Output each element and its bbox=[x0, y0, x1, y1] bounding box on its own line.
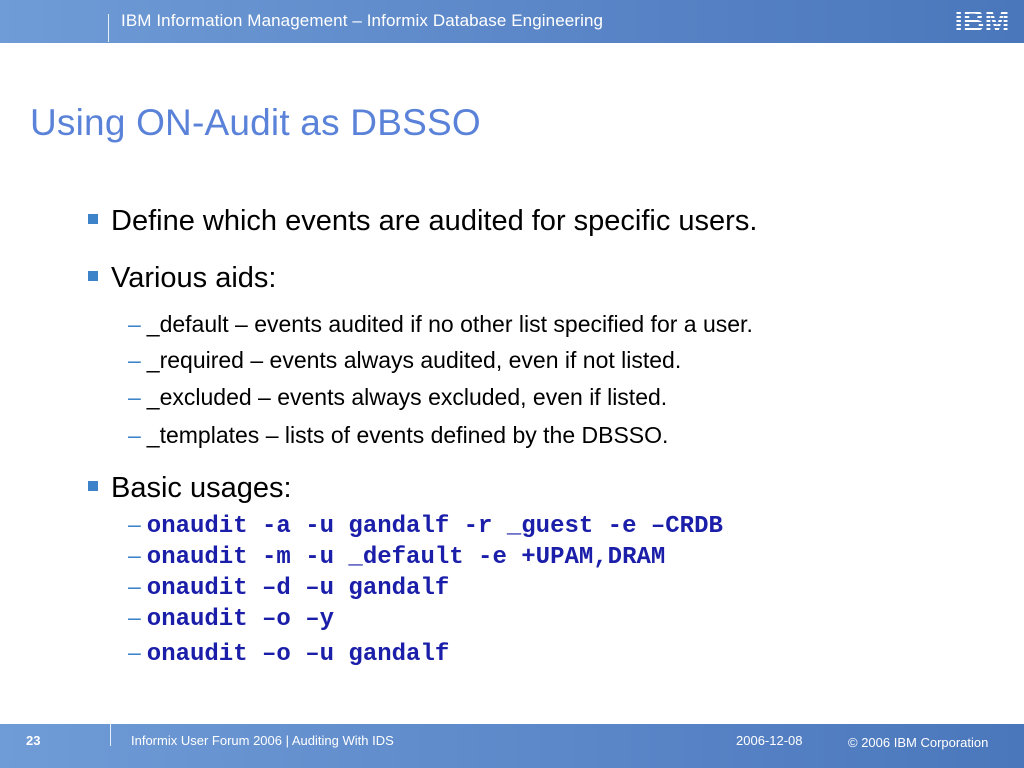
footer-divider bbox=[110, 724, 111, 746]
sub-bullet-text: _templates – lists of events defined by … bbox=[146, 422, 669, 448]
code-line: – onaudit –d –u gandalf bbox=[128, 573, 449, 602]
bullet-define-events: Define which events are audited for spec… bbox=[88, 205, 757, 238]
dash-icon: – bbox=[128, 511, 141, 537]
footer-date: 2006-12-08 bbox=[736, 733, 803, 748]
ibm-logo: IBM bbox=[955, 5, 1010, 36]
bullet-various-aids: Various aids: bbox=[88, 262, 277, 295]
sub-bullet-text: _required – events always audited, even … bbox=[146, 347, 682, 373]
sub-bullet-text: _excluded – events always excluded, even… bbox=[146, 384, 668, 410]
dash-icon: – bbox=[128, 542, 141, 568]
square-bullet-icon bbox=[88, 214, 98, 224]
bullet-basic-usages: Basic usages: bbox=[88, 472, 292, 505]
sub-bullet-templates: – _templates – lists of events defined by… bbox=[128, 422, 668, 449]
sub-bullet-text: _default – events audited if no other li… bbox=[146, 311, 753, 337]
square-bullet-icon bbox=[88, 271, 98, 281]
dash-icon: – bbox=[128, 347, 141, 373]
code-line: – onaudit –o –y bbox=[128, 604, 334, 633]
dash-icon: – bbox=[128, 422, 141, 448]
code-command: onaudit –o –u gandalf bbox=[146, 641, 450, 668]
dash-icon: – bbox=[128, 573, 141, 599]
square-bullet-icon bbox=[88, 481, 98, 491]
header-bar: IBM Information Management – Informix Da… bbox=[0, 0, 1024, 43]
sub-bullet-excluded: – _excluded – events always excluded, eve… bbox=[128, 384, 667, 411]
code-line: – onaudit -m -u _default -e +UPAM,DRAM bbox=[128, 542, 665, 571]
code-line: – onaudit –o –u gandalf bbox=[128, 639, 449, 668]
bullet-text: Define which events are audited for spec… bbox=[111, 205, 758, 237]
footer-bar: 23 Informix User Forum 2006 | Auditing W… bbox=[0, 724, 1024, 768]
code-command: onaudit –d –u gandalf bbox=[146, 575, 450, 602]
sub-bullet-required: – _required – events always audited, even… bbox=[128, 347, 681, 374]
header-divider bbox=[108, 14, 109, 42]
bullet-text: Basic usages: bbox=[111, 472, 292, 504]
code-command: onaudit –o –y bbox=[146, 606, 335, 633]
footer-copyright: © 2006 IBM Corporation bbox=[848, 735, 989, 750]
slide-title: Using ON-Audit as DBSSO bbox=[30, 102, 481, 143]
ibm-logo-text: IBM bbox=[955, 5, 1010, 36]
footer-text: Informix User Forum 2006 | Auditing With… bbox=[131, 733, 394, 748]
dash-icon: – bbox=[128, 384, 141, 410]
sub-bullet-default: – _default – events audited if no other l… bbox=[128, 311, 753, 338]
code-command: onaudit -a -u gandalf -r _guest -e –CRDB bbox=[146, 513, 723, 540]
dash-icon: – bbox=[128, 639, 141, 665]
code-line: – onaudit -a -u gandalf -r _guest -e –CRD… bbox=[128, 511, 723, 540]
dash-icon: – bbox=[128, 604, 141, 630]
header-title: IBM Information Management – Informix Da… bbox=[121, 11, 604, 30]
dash-icon: – bbox=[128, 311, 141, 337]
bullet-text: Various aids: bbox=[111, 262, 277, 294]
page-number: 23 bbox=[26, 733, 41, 748]
code-command: onaudit -m -u _default -e +UPAM,DRAM bbox=[146, 544, 666, 571]
